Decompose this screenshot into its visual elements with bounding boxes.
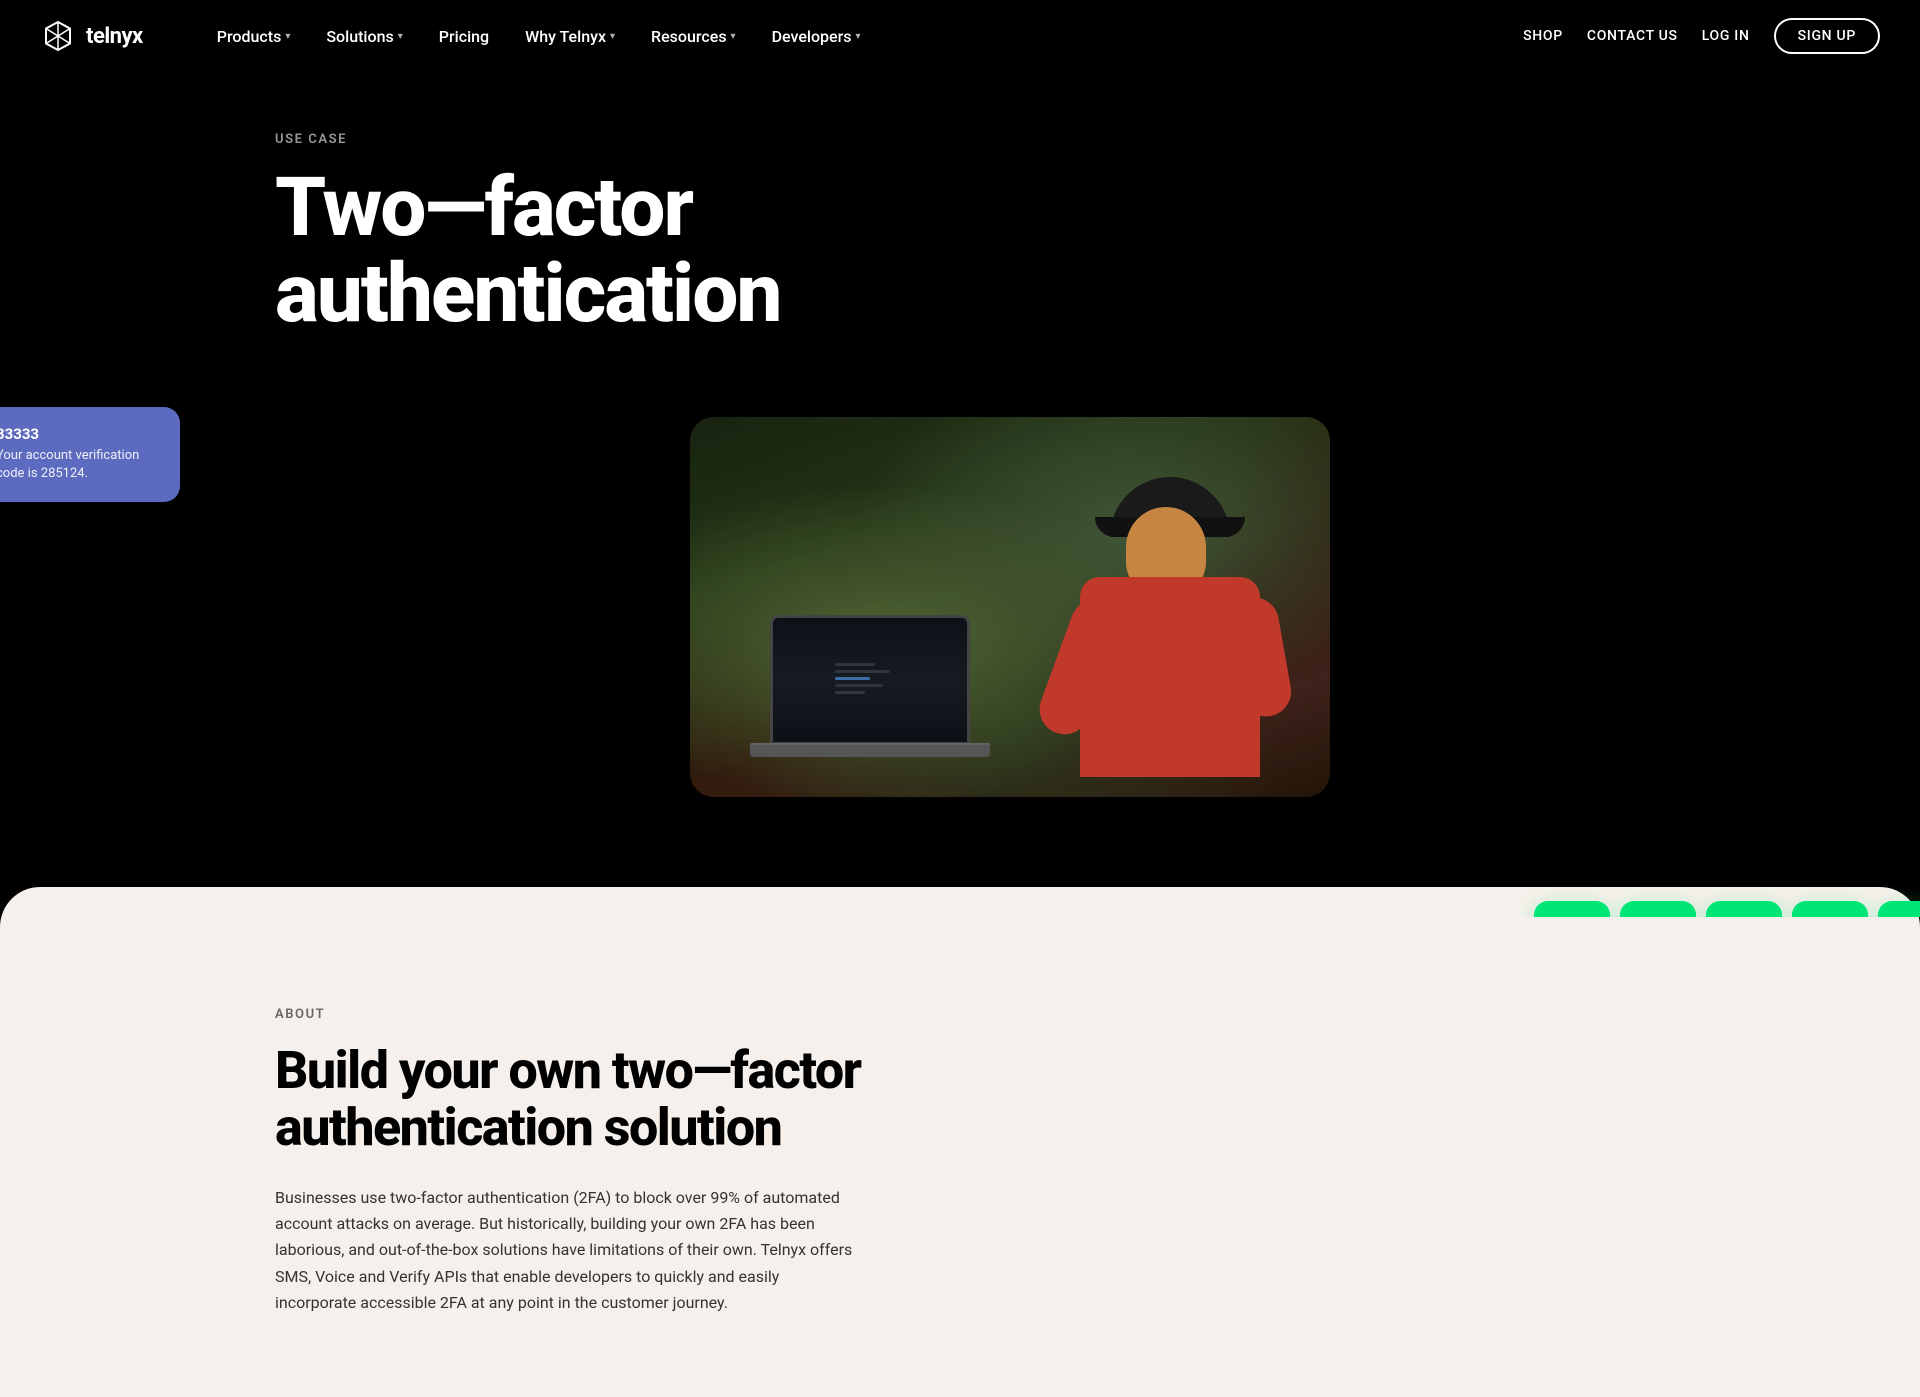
hero-title: Two—factor authentication bbox=[275, 165, 975, 337]
nav-item-pricing[interactable]: Pricing bbox=[425, 19, 503, 54]
code-lines-icon bbox=[830, 655, 910, 705]
nav-item-developers[interactable]: Developers ▾ bbox=[758, 19, 875, 54]
navbar: telnyx Products ▾ Solutions ▾ Pricing bbox=[0, 0, 1920, 72]
laptop-base bbox=[750, 745, 990, 757]
logo-link[interactable]: telnyx bbox=[40, 18, 143, 54]
about-title: Build your own two—factor authentication… bbox=[275, 1042, 895, 1156]
about-section: ABOUT Build your own two—factor authenti… bbox=[0, 887, 1920, 1396]
laptop-prop bbox=[750, 607, 990, 767]
nav-link-why-telnyx[interactable]: Why Telnyx ▾ bbox=[511, 19, 629, 54]
sign-up-button[interactable]: SIGN UP bbox=[1774, 18, 1880, 54]
otp-digit-4: 5 bbox=[1792, 901, 1868, 917]
chevron-down-icon: ▾ bbox=[285, 31, 290, 42]
hero-section: USE CASE Two—factor authentication 33333… bbox=[0, 72, 1920, 917]
about-content: ABOUT Build your own two—factor authenti… bbox=[0, 1007, 1920, 1316]
about-label: ABOUT bbox=[275, 1007, 1645, 1022]
sms-message: Your account verification code is 285124… bbox=[0, 447, 160, 483]
nav-item-solutions[interactable]: Solutions ▾ bbox=[312, 19, 416, 54]
contact-us-link[interactable]: CONTACT US bbox=[1587, 28, 1678, 44]
nav-link-resources[interactable]: Resources ▾ bbox=[637, 19, 750, 54]
telnyx-logo-icon bbox=[40, 18, 76, 54]
otp-digits-container: 2 8 1 5 2 4 bbox=[1534, 901, 1920, 917]
shop-link[interactable]: SHOP bbox=[1523, 28, 1563, 44]
nav-item-products[interactable]: Products ▾ bbox=[203, 19, 305, 54]
nav-item-why-telnyx[interactable]: Why Telnyx ▾ bbox=[511, 19, 629, 54]
nav-link-solutions[interactable]: Solutions ▾ bbox=[312, 19, 416, 54]
nav-right: SHOP CONTACT US LOG IN SIGN UP bbox=[1523, 18, 1880, 54]
hero-photo bbox=[690, 417, 1330, 797]
otp-digit-5: 2 bbox=[1878, 901, 1920, 917]
nav-link-developers[interactable]: Developers ▾ bbox=[758, 19, 875, 54]
nav-item-resources[interactable]: Resources ▾ bbox=[637, 19, 750, 54]
hero-content: USE CASE Two—factor authentication bbox=[0, 132, 1920, 337]
otp-digit-3: 1 bbox=[1706, 901, 1782, 917]
chevron-down-icon: ▾ bbox=[610, 31, 615, 42]
otp-digit-2: 8 bbox=[1620, 901, 1696, 917]
use-case-label: USE CASE bbox=[275, 132, 1920, 147]
log-in-link[interactable]: LOG IN bbox=[1702, 28, 1750, 44]
nav-links: Products ▾ Solutions ▾ Pricing Why Telny… bbox=[203, 19, 875, 54]
sms-text-area: 33333 Your account verification code is … bbox=[0, 425, 160, 483]
nav-link-pricing[interactable]: Pricing bbox=[425, 19, 503, 54]
sms-sender: 33333 bbox=[0, 425, 160, 443]
laptop-screen bbox=[770, 615, 970, 745]
nav-link-products[interactable]: Products ▾ bbox=[203, 19, 305, 54]
chevron-down-icon: ▾ bbox=[398, 31, 403, 42]
about-body-text: Businesses use two-factor authentication… bbox=[275, 1185, 855, 1317]
person-figure bbox=[1050, 477, 1290, 797]
hero-image-wrapper: 33333 Your account verification code is … bbox=[0, 397, 1920, 917]
nav-left: telnyx Products ▾ Solutions ▾ Pricing bbox=[40, 18, 875, 54]
otp-digit-1: 2 bbox=[1534, 901, 1610, 917]
chevron-down-icon: ▾ bbox=[856, 31, 861, 42]
laptop-screen-content bbox=[773, 618, 967, 742]
logo-text: telnyx bbox=[86, 24, 143, 49]
chevron-down-icon: ▾ bbox=[731, 31, 736, 42]
sms-notification-bubble: 33333 Your account verification code is … bbox=[0, 407, 180, 501]
